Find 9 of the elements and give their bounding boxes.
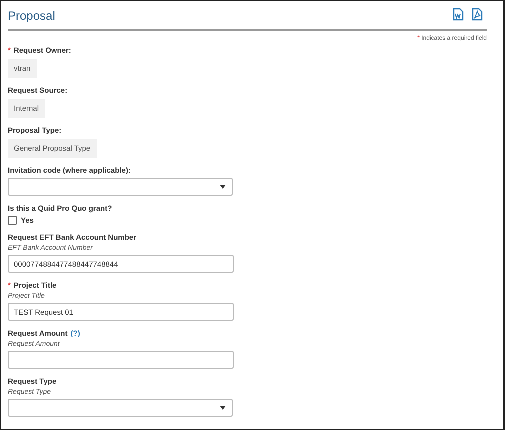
caret-icon	[220, 406, 226, 410]
page-title: Proposal	[8, 9, 56, 23]
pdf-document-icon[interactable]	[472, 8, 483, 20]
checkbox[interactable]	[8, 216, 17, 225]
dropdown-field[interactable]	[8, 178, 233, 196]
dropdown-field[interactable]	[8, 399, 233, 417]
input-field[interactable]	[8, 351, 234, 369]
word-document-icon[interactable]	[453, 8, 464, 20]
caret-icon	[220, 185, 226, 189]
